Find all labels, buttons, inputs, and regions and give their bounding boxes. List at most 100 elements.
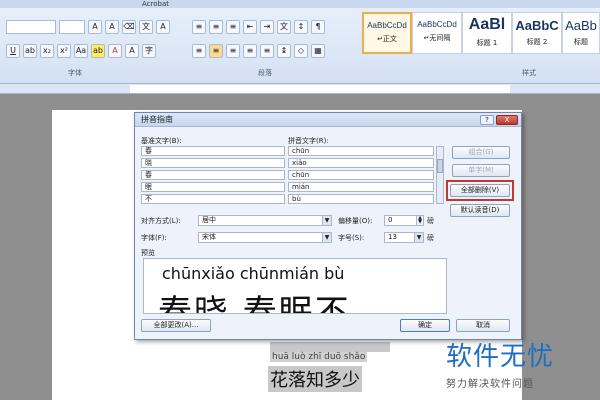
style-name: 标题 [574, 38, 588, 46]
align-left-icon[interactable]: ≡ [192, 44, 206, 58]
ruby-text-field[interactable]: xiǎo [288, 158, 434, 168]
ruby-text-field[interactable]: bù [288, 194, 434, 204]
dialog-title-bar[interactable]: 拼音指南 ? X [135, 113, 521, 127]
style-name: ↵正文 [377, 35, 397, 43]
ruby-text-field[interactable]: mián [288, 182, 434, 192]
font-value: 宋体 [202, 233, 216, 241]
document-selected-line [270, 342, 390, 352]
ok-button[interactable]: 确定 [400, 319, 450, 332]
underline-icon[interactable]: U [6, 44, 20, 58]
font-toolbar-row-2: U ab x₂ x² Aa ab A A 字 [6, 44, 156, 58]
enclose-char-icon[interactable]: 字 [142, 44, 156, 58]
sort-icon[interactable]: ↕ [294, 20, 308, 34]
offset-value: 0 [388, 216, 393, 224]
style-sample: AaBl [468, 16, 506, 33]
dialog-title: 拼音指南 [141, 115, 173, 124]
numbering-icon[interactable]: ≡ [209, 20, 223, 34]
watermark-title: 软件无忧 [446, 342, 555, 372]
ruler-text-area [130, 85, 510, 93]
size-label: 字号(S): [338, 234, 365, 242]
size-select[interactable]: 13 ▼ [384, 232, 424, 243]
clear-format-icon[interactable]: ⌫ [122, 20, 136, 34]
horizontal-ruler[interactable] [0, 84, 600, 94]
base-text-field[interactable]: 不 [141, 194, 285, 204]
shrink-font-icon[interactable]: A [105, 20, 119, 34]
paragraph-toolbar-row-1: ≡ ≡ ≡ ⇤ ⇥ 文 ↕ ¶ [192, 20, 325, 34]
chevron-down-icon[interactable]: ▼ [322, 216, 331, 225]
chevron-down-icon[interactable]: ▼ [322, 233, 331, 242]
close-button[interactable]: X [496, 114, 518, 125]
font-color-icon[interactable]: A [108, 44, 122, 58]
base-text-field[interactable]: 春 [141, 170, 285, 180]
multilevel-list-icon[interactable]: ≡ [226, 20, 240, 34]
help-button[interactable]: ? [480, 114, 494, 125]
document-text-line: 花落知多少 [268, 366, 362, 392]
subscript-icon[interactable]: x₂ [40, 44, 54, 58]
char-border-icon[interactable]: A [156, 20, 170, 34]
base-text-field[interactable]: 晓 [141, 158, 285, 168]
preview-pinyin: chūnxiǎo chūnmián bù [162, 264, 345, 283]
change-case-icon[interactable]: Aa [74, 44, 88, 58]
style-name: 标题 2 [526, 38, 548, 46]
combine-button[interactable]: 组合(G) [452, 146, 510, 159]
clear-all-highlight-box [446, 180, 514, 201]
ruby-text-field[interactable]: chūn [288, 146, 434, 156]
change-all-button[interactable]: 全部更改(A)... [141, 319, 211, 332]
chevron-down-icon[interactable]: ▼ [414, 233, 423, 242]
font-label: 字体(F): [141, 234, 167, 242]
spinner-icon[interactable]: ▲ ▼ [416, 216, 423, 225]
justify-icon[interactable]: ≡ [243, 44, 257, 58]
watermark-subtitle: 努力解决软件问题 [446, 379, 534, 390]
style-no-spacing[interactable]: AaBbCcDd ↵无间隔 [412, 12, 462, 54]
style-sample: AaBbCcDd [417, 20, 457, 29]
offset-stepper[interactable]: 0 ▲ ▼ [384, 215, 424, 226]
strikethrough-icon[interactable]: ab [23, 44, 37, 58]
scrollbar-thumb[interactable] [437, 159, 443, 173]
ribbon-tab-row: Acrobat [0, 0, 600, 8]
offset-unit: 磅 [427, 217, 434, 225]
alignment-select[interactable]: 居中 ▼ [198, 215, 332, 226]
alignment-value: 居中 [202, 216, 216, 224]
font-select[interactable]: 宋体 ▼ [198, 232, 332, 243]
cancel-button[interactable]: 取消 [456, 319, 510, 332]
ruby-text-field[interactable]: chūn [288, 170, 434, 180]
size-unit: 磅 [427, 234, 434, 242]
font-size-combo[interactable] [59, 20, 85, 34]
style-heading-1[interactable]: AaBl 标题 1 [462, 12, 512, 54]
decrease-indent-icon[interactable]: ⇤ [243, 20, 257, 34]
ribbon-tab-acrobat[interactable]: Acrobat [142, 0, 169, 8]
ruby-text-label: 拼音文字(R): [288, 137, 329, 145]
borders-icon[interactable]: ▦ [311, 44, 325, 58]
rows-scrollbar[interactable] [436, 146, 444, 204]
style-sample: AaBbCcDd [367, 21, 407, 30]
style-name: 标题 1 [476, 39, 498, 47]
style-sample: AaBbC [515, 18, 559, 33]
chinese-layout-icon[interactable]: 文 [277, 20, 291, 34]
shading-icon[interactable]: ◇ [294, 44, 308, 58]
align-right-icon[interactable]: ≡ [226, 44, 240, 58]
default-reading-button[interactable]: 默认读音(D) [450, 204, 510, 217]
paragraph-toolbar-row-2: ≡ ≡ ≡ ≡ ≡ ↨ ◇ ▦ [192, 44, 325, 58]
show-marks-icon[interactable]: ¶ [311, 20, 325, 34]
font-name-combo[interactable] [6, 20, 56, 34]
line-spacing-icon[interactable]: ↨ [277, 44, 291, 58]
phonetic-guide-icon[interactable]: 文 [139, 20, 153, 34]
superscript-icon[interactable]: x² [57, 44, 71, 58]
grow-font-icon[interactable]: A [88, 20, 102, 34]
bullets-icon[interactable]: ≡ [192, 20, 206, 34]
preview-box: chūnxiǎo chūnmián bù 春晓 春眠不 [143, 258, 447, 314]
char-shading-icon[interactable]: A [125, 44, 139, 58]
base-text-field[interactable]: 眠 [141, 182, 285, 192]
style-title[interactable]: AaBb 标题 [562, 12, 600, 54]
highlight-icon[interactable]: ab [91, 44, 105, 58]
style-normal[interactable]: AaBbCcDd ↵正文 [362, 12, 412, 54]
style-heading-2[interactable]: AaBbC 标题 2 [512, 12, 562, 54]
base-text-field[interactable]: 春 [141, 146, 285, 156]
distribute-icon[interactable]: ≡ [260, 44, 274, 58]
alignment-label: 对齐方式(L): [141, 217, 181, 225]
watermark-logo: 软件无忧 努力解决软件问题 [446, 336, 596, 396]
align-center-icon[interactable]: ≡ [209, 44, 223, 58]
document-pinyin-line: huā luò zhī duō shǎo [270, 352, 368, 362]
increase-indent-icon[interactable]: ⇥ [260, 20, 274, 34]
single-char-button[interactable]: 单字(M) [452, 164, 510, 177]
